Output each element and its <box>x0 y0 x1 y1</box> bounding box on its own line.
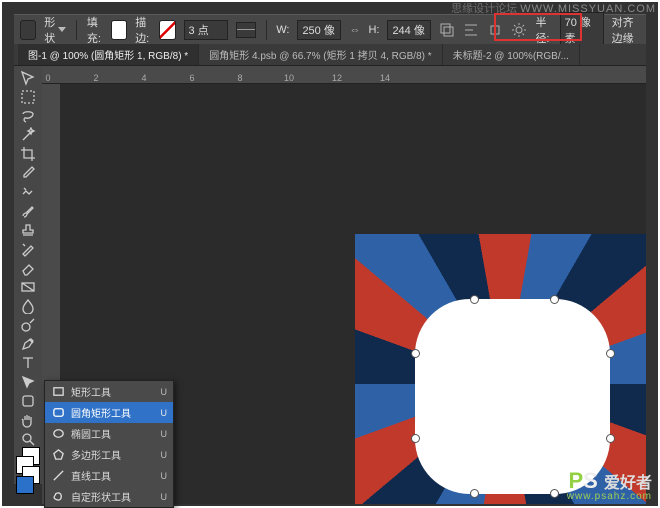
flyout-label: 圆角矩形工具 <box>71 405 131 420</box>
line-icon <box>51 469 65 483</box>
forum-name: 思缘设计论坛 <box>451 3 517 15</box>
ruler-tick: 0 <box>44 73 52 83</box>
radius-label: 半径: <box>535 14 551 46</box>
stroke-style[interactable] <box>236 22 256 38</box>
stamp-tool[interactable] <box>17 222 39 238</box>
path-select-tool[interactable] <box>17 374 39 390</box>
ruler-tick: 2 <box>92 73 100 83</box>
arrange-icon[interactable] <box>487 21 503 39</box>
doc-tab-3[interactable]: 未标题-2 @ 100%(RGB/... <box>443 44 580 65</box>
anchor-point[interactable] <box>470 295 479 304</box>
rounded-rect-shape[interactable] <box>415 299 610 494</box>
shortcut: U <box>161 471 168 481</box>
history-brush-tool[interactable] <box>17 241 39 257</box>
anchor-point[interactable] <box>606 349 615 358</box>
flyout-polygon[interactable]: 多边形工具 U <box>45 444 173 465</box>
align-edges-label[interactable]: 对齐边缘 <box>612 14 640 46</box>
stroke-swatch[interactable] <box>159 20 175 40</box>
fill-swatch[interactable] <box>111 20 127 40</box>
move-tool[interactable] <box>17 70 39 86</box>
mode-label: 形状 <box>44 14 55 46</box>
ruler-tick: 6 <box>188 73 196 83</box>
anchor-point[interactable] <box>550 295 559 304</box>
flyout-label: 自定形状工具 <box>71 489 131 504</box>
width-field[interactable]: 250 像 <box>297 20 341 40</box>
hand-tool[interactable] <box>17 412 39 428</box>
flyout-rounded-rect[interactable]: 圆角矩形工具 U <box>45 402 173 423</box>
stroke-label: 描边: <box>135 14 151 46</box>
flyout-line[interactable]: 直线工具 U <box>45 465 173 486</box>
polygon-icon <box>51 448 65 462</box>
h-label: H: <box>368 24 379 36</box>
magic-wand-tool[interactable] <box>17 127 39 143</box>
default-swatches[interactable] <box>16 456 40 465</box>
dodge-tool[interactable] <box>17 317 39 333</box>
eraser-tool[interactable] <box>17 260 39 276</box>
flyout-label: 直线工具 <box>71 468 111 483</box>
chevron-down-icon <box>58 27 66 32</box>
ruler-tick: 10 <box>284 73 292 83</box>
zoom-tool[interactable] <box>17 431 39 447</box>
ruler-tick: 4 <box>140 73 148 83</box>
gear-icon[interactable] <box>511 21 527 39</box>
forum-url: WWW.MISSYUAN.COM <box>520 3 656 15</box>
link-icon[interactable]: ⇔ <box>349 24 360 36</box>
doc-tab-2[interactable]: 圆角矩形 4.psb @ 66.7% (矩形 1 拷贝 4, RGB/8) * <box>199 44 442 65</box>
shortcut: U <box>161 408 168 418</box>
radius-field[interactable]: 70 像素 <box>560 12 604 48</box>
pen-tool[interactable] <box>17 336 39 352</box>
flyout-custom[interactable]: 自定形状工具 U <box>45 486 173 507</box>
align-icon[interactable] <box>463 21 479 39</box>
options-bar: 形状 填充: 描边: 3 点 W: 250 像 ⇔ H: 244 像 半径: 7… <box>14 14 646 44</box>
custom-shape-icon <box>51 490 65 504</box>
fill-label: 填充: <box>87 14 103 46</box>
separator <box>266 20 267 40</box>
separator <box>76 20 77 40</box>
shortcut: U <box>161 450 168 460</box>
mode-dropdown[interactable]: 形状 <box>44 14 66 46</box>
brush-tool[interactable] <box>17 203 39 219</box>
path-ops-icon[interactable] <box>439 21 455 39</box>
flyout-rect[interactable]: 矩形工具 U <box>45 381 173 402</box>
artboard[interactable] <box>355 234 646 504</box>
rect-icon <box>51 385 65 399</box>
roundrect-icon <box>51 406 65 420</box>
lasso-tool[interactable] <box>17 108 39 124</box>
text-tool[interactable] <box>17 355 39 371</box>
document-tabs: 图-1 @ 100% (圆角矩形 1, RGB/8) * 圆角矩形 4.psb … <box>14 44 646 66</box>
height-field[interactable]: 244 像 <box>387 20 431 40</box>
flyout-label: 多边形工具 <box>71 447 121 462</box>
shortcut: U <box>161 492 168 502</box>
color-swatches[interactable] <box>16 476 40 485</box>
blur-tool[interactable] <box>17 298 39 314</box>
shortcut: U <box>161 429 168 439</box>
anchor-point[interactable] <box>470 489 479 498</box>
flyout-label: 矩形工具 <box>71 384 111 399</box>
gradient-tool[interactable] <box>17 279 39 295</box>
top-watermark: 思缘设计论坛 WWW.MISSYUAN.COM <box>451 0 656 16</box>
anchor-point[interactable] <box>411 434 420 443</box>
marquee-tool[interactable] <box>17 89 39 105</box>
flyout-ellipse[interactable]: 椭圆工具 U <box>45 423 173 444</box>
flyout-label: 椭圆工具 <box>71 426 111 441</box>
ruler-tick: 8 <box>236 73 244 83</box>
healing-tool[interactable] <box>17 184 39 200</box>
ruler-horizontal[interactable]: 0 2 4 6 8 10 12 14 <box>42 66 646 84</box>
eyedropper-tool[interactable] <box>17 165 39 181</box>
w-label: W: <box>276 24 289 36</box>
crop-tool[interactable] <box>17 146 39 162</box>
shape-tool-flyout: 矩形工具 U 圆角矩形工具 U 椭圆工具 U 多边形工具 U 直线工具 U 自定… <box>44 380 174 508</box>
stroke-width-field[interactable]: 3 点 <box>184 20 228 40</box>
shape-tool[interactable] <box>17 393 39 409</box>
anchor-point[interactable] <box>606 434 615 443</box>
ruler-tick: 14 <box>380 73 388 83</box>
ruler-tick: 12 <box>332 73 340 83</box>
tools-panel <box>14 66 42 484</box>
shortcut: U <box>161 387 168 397</box>
anchor-point[interactable] <box>550 489 559 498</box>
tool-preset-swatch[interactable] <box>20 20 36 40</box>
ellipse-icon <box>51 427 65 441</box>
anchor-point[interactable] <box>411 349 420 358</box>
doc-tab-1[interactable]: 图-1 @ 100% (圆角矩形 1, RGB/8) * <box>18 44 199 65</box>
